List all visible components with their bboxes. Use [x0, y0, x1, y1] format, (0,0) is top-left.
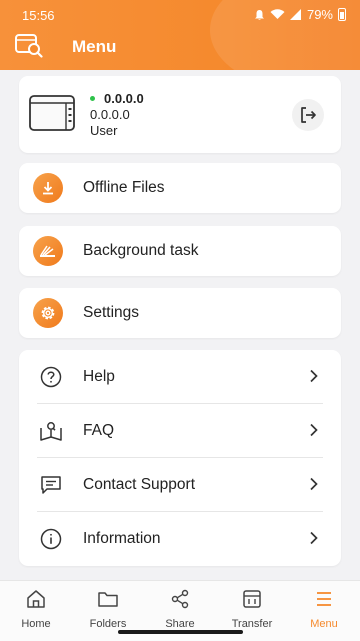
tab-menu[interactable]: Menu	[294, 589, 354, 630]
faq-book-icon	[38, 418, 64, 444]
support-menu-group: Help FAQ Contact Support Information	[19, 350, 341, 566]
menu-icon	[317, 592, 331, 606]
device-name-text: 0.0.0.0	[104, 91, 144, 106]
home-icon	[27, 590, 45, 608]
nas-device-icon	[29, 95, 75, 131]
chevron-right-icon	[310, 531, 318, 545]
menu-offline-files[interactable]: Offline Files	[19, 163, 341, 213]
tab-folders[interactable]: Folders	[78, 589, 138, 630]
menu-settings[interactable]: Settings	[19, 288, 341, 338]
menu-contact-support[interactable]: Contact Support	[19, 458, 341, 511]
tab-label: Transfer	[231, 618, 273, 630]
menu-label: FAQ	[83, 421, 115, 439]
menu-help[interactable]: Help	[19, 350, 341, 403]
chat-icon	[38, 472, 64, 498]
download-icon	[33, 173, 63, 203]
menu-label: Information	[83, 529, 161, 547]
tab-transfer[interactable]: Transfer	[222, 589, 282, 630]
menu-label: Offline Files	[83, 179, 165, 196]
menu-background-task[interactable]: Background task	[19, 226, 341, 276]
info-icon	[38, 526, 64, 552]
tab-label: Menu	[310, 618, 338, 630]
menu-label: Background task	[83, 242, 199, 259]
menu-label: Contact Support	[83, 475, 196, 493]
tab-label: Share	[165, 618, 195, 630]
folder-icon	[98, 592, 118, 607]
device-address: 0.0.0.0	[90, 107, 130, 122]
status-icons: 79%	[254, 7, 346, 22]
menu-information[interactable]: Information	[19, 512, 341, 565]
share-icon	[171, 589, 189, 609]
nas-search-icon[interactable]	[14, 32, 44, 58]
gear-icon	[33, 298, 63, 328]
help-icon	[38, 364, 64, 390]
tab-label: Home	[21, 618, 51, 630]
battery-percent: 79%	[306, 7, 333, 22]
tab-share[interactable]: Share	[150, 589, 210, 630]
background-task-icon	[33, 236, 63, 266]
menu-label: Settings	[83, 304, 140, 321]
notification-icon	[254, 9, 264, 20]
tab-label: Folders	[89, 618, 127, 630]
tab-home[interactable]: Home	[6, 589, 66, 630]
logout-button[interactable]	[292, 99, 324, 131]
signal-icon	[289, 9, 301, 20]
menu-faq[interactable]: FAQ	[19, 404, 341, 457]
battery-icon	[338, 8, 346, 21]
page-title: Menu	[72, 37, 117, 56]
status-bar: 15:56 79%	[0, 0, 360, 28]
device-name: 0.0.0.0	[90, 91, 144, 106]
device-user: User	[90, 123, 118, 138]
app-header: 15:56 79% Menu	[0, 0, 360, 70]
online-status-dot	[90, 96, 95, 102]
chevron-right-icon	[310, 369, 318, 383]
chevron-right-icon	[310, 423, 318, 437]
status-time: 15:56	[22, 8, 55, 23]
chevron-right-icon	[310, 477, 318, 491]
wifi-icon	[270, 9, 285, 19]
logout-icon	[301, 107, 316, 123]
home-indicator[interactable]	[118, 630, 243, 634]
transfer-icon	[243, 590, 261, 608]
menu-label: Help	[83, 367, 115, 385]
